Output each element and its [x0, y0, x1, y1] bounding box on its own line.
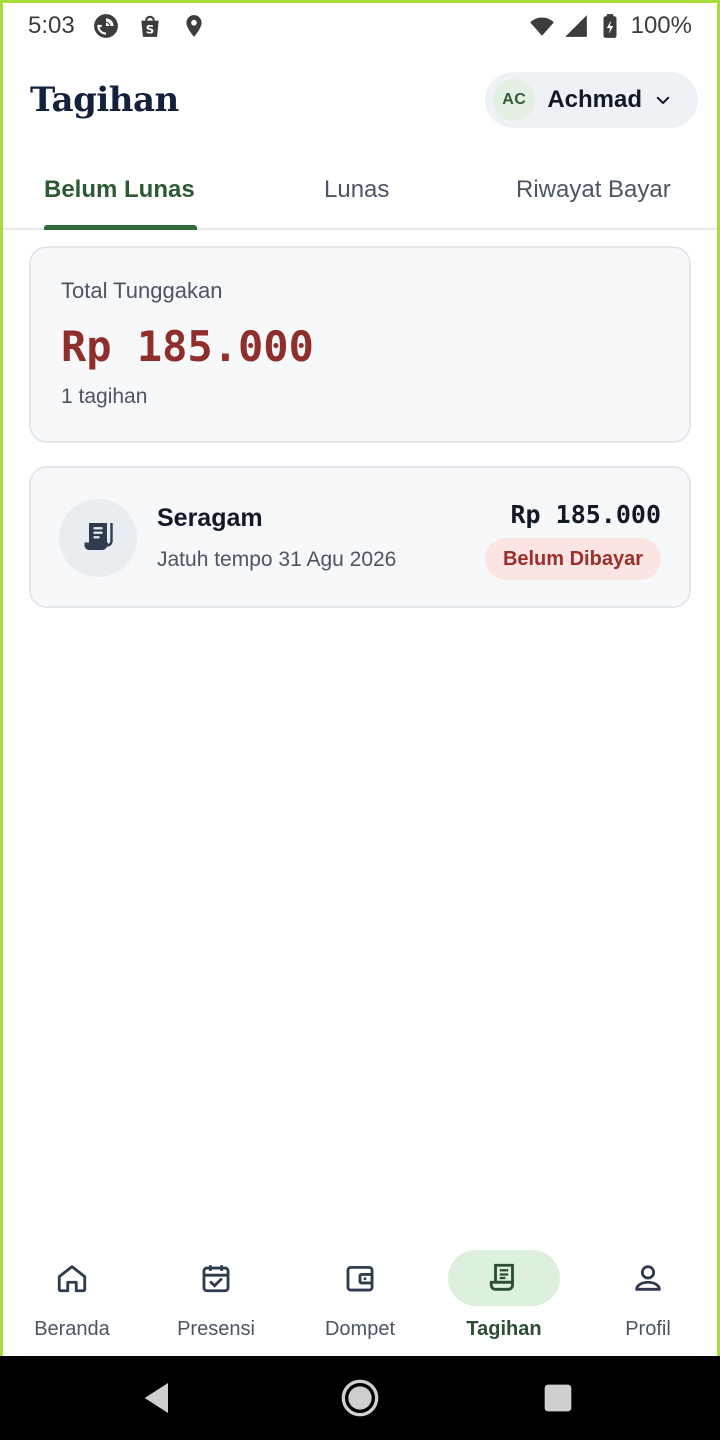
- bill-count: 1 tagihan: [61, 385, 148, 408]
- nav-label: Dompet: [324, 1318, 396, 1340]
- receipt-icon: [59, 499, 137, 577]
- active-tab-indicator: [44, 225, 197, 230]
- wallet-icon: [304, 1250, 416, 1306]
- nav-item-presensi[interactable]: Presensi: [144, 1240, 288, 1356]
- user-name: Achmad: [547, 86, 642, 113]
- tab-riwayat-bayar[interactable]: Riwayat Bayar: [516, 150, 671, 230]
- nav-label: Beranda: [34, 1318, 110, 1340]
- total-arrears-amount: Rp 185.000: [61, 322, 314, 371]
- bill-card[interactable]: Seragam Jatuh tempo 31 Agu 2026 Rp 185.0…: [29, 466, 691, 608]
- tab-belum-lunas[interactable]: Belum Lunas: [44, 150, 195, 230]
- bill-name: Seragam: [157, 504, 263, 532]
- bill-due-date: Jatuh tempo 31 Agu 2026: [157, 548, 397, 571]
- location-icon: [181, 13, 207, 39]
- app-header: Tagihan AC Achmad: [0, 60, 720, 140]
- bottom-nav: Beranda Presensi Dompet Tagihan Profil: [0, 1240, 720, 1356]
- receipt-icon: [448, 1250, 560, 1306]
- user-icon: [592, 1250, 704, 1306]
- user-switcher[interactable]: AC Achmad: [485, 72, 698, 128]
- battery-icon: [597, 13, 623, 39]
- chevron-down-icon: [656, 96, 670, 104]
- summary-card: Total Tunggakan Rp 185.000 1 tagihan: [29, 246, 691, 443]
- pocket-casts-icon: [93, 13, 119, 39]
- nav-item-dompet[interactable]: Dompet: [288, 1240, 432, 1356]
- nav-item-tagihan[interactable]: Tagihan: [432, 1240, 576, 1356]
- status-badge: Belum Dibayar: [484, 538, 661, 580]
- calendar-check-icon: [160, 1250, 272, 1306]
- svg-text:S: S: [145, 23, 154, 37]
- status-time: 5:03: [28, 12, 75, 39]
- signal-icon: [563, 13, 589, 39]
- home-button-icon[interactable]: [340, 1378, 380, 1418]
- nav-item-profil[interactable]: Profil: [576, 1240, 720, 1356]
- avatar: AC: [493, 79, 536, 121]
- shopee-icon: S: [137, 13, 163, 39]
- status-bar: 5:03 S 100%: [0, 0, 720, 52]
- nav-label: Profil: [625, 1318, 671, 1340]
- nav-label: Presensi: [177, 1318, 255, 1340]
- battery-percent: 100%: [630, 12, 692, 39]
- nav-item-beranda[interactable]: Beranda: [0, 1240, 144, 1356]
- nav-label: Tagihan: [466, 1318, 542, 1340]
- tab-bar: Belum Lunas Lunas Riwayat Bayar: [0, 150, 720, 230]
- bill-amount: Rp 185.000: [510, 500, 661, 529]
- back-icon[interactable]: [138, 1378, 178, 1418]
- system-navigation-bar: [0, 1356, 720, 1440]
- wifi-icon: [529, 13, 555, 39]
- tab-lunas[interactable]: Lunas: [324, 150, 389, 230]
- home-icon: [16, 1250, 128, 1306]
- recents-icon[interactable]: [538, 1378, 578, 1418]
- summary-label: Total Tunggakan: [61, 278, 223, 303]
- page-title: Tagihan: [30, 80, 179, 120]
